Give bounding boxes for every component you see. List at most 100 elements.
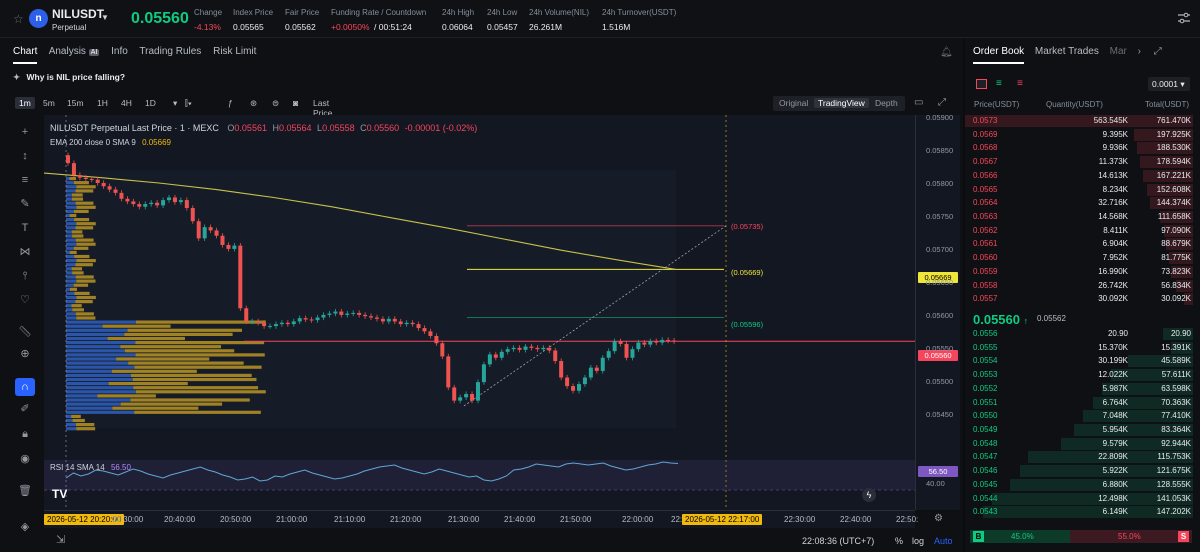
clock-time[interactable]: 22:08:36 (UTC+7) xyxy=(802,536,874,546)
timeframe-1m[interactable]: 1m xyxy=(15,97,35,109)
view-original[interactable]: Original xyxy=(779,98,808,108)
bid-row[interactable]: 0.0543 6.149K 147.202K xyxy=(965,505,1193,519)
tab-analysis[interactable]: Analysis AI xyxy=(49,46,100,57)
layout-icon[interactable]: ▭ xyxy=(914,97,923,108)
bid-row[interactable]: 0.0544 12.498K 141.053K xyxy=(965,492,1193,506)
lock-draw-icon[interactable]: ✐ xyxy=(12,400,38,418)
timeframe-1d[interactable]: 1D xyxy=(145,98,156,108)
candlestick-chart[interactable] xyxy=(43,115,915,510)
bid-row[interactable]: 0.0545 6.880K 128.555K xyxy=(965,478,1193,492)
symbol-name[interactable]: NILUSDT xyxy=(52,7,104,21)
pattern-icon[interactable]: ⋈ xyxy=(12,243,38,261)
ask-row[interactable]: 0.0561 6.904K 88.679K xyxy=(965,237,1193,251)
ask-row[interactable]: 0.0563 14.568K 111.658K xyxy=(965,210,1193,224)
favorite-star-icon[interactable]: ☆ xyxy=(13,12,24,26)
view-asks-icon[interactable]: ≡ xyxy=(1017,78,1023,89)
tab-trading-rules[interactable]: Trading Rules xyxy=(139,46,201,57)
ask-row[interactable]: 0.0558 26.742K 56.834K xyxy=(965,279,1193,293)
bid-row[interactable]: 0.0556 20.90 20.90 xyxy=(965,327,1193,341)
settings-sliders-icon[interactable] xyxy=(1177,12,1191,24)
text-tool-icon[interactable]: T xyxy=(12,219,38,237)
precision-select[interactable]: 0.0001 ▾ xyxy=(1148,77,1190,91)
bid-row[interactable]: 0.0552 5.987K 63.598K xyxy=(965,382,1193,396)
view-bids-icon[interactable]: ≡ xyxy=(996,78,1002,89)
ask-row[interactable]: 0.0560 7.952K 81.775K xyxy=(965,251,1193,265)
ask-row[interactable]: 0.0557 30.092K 30.092K xyxy=(965,292,1193,306)
ask-row[interactable]: 0.0559 16.990K 73.823K xyxy=(965,265,1193,279)
timeframe-4h[interactable]: 4H xyxy=(121,98,132,108)
lock-icon[interactable]: 🔒︎ xyxy=(12,425,38,443)
symbol-dropdown-chevron-icon[interactable]: ▼ xyxy=(101,13,109,22)
auto-toggle[interactable]: Auto xyxy=(934,536,953,546)
bid-row[interactable]: 0.0553 12.022K 57.611K xyxy=(965,368,1193,382)
line-tool-icon[interactable]: ↕ xyxy=(12,147,38,165)
calendar-range-icon[interactable]: ⇲ xyxy=(56,533,65,546)
timeframe-5m[interactable]: 5m xyxy=(43,98,55,108)
indicator-fx-icon[interactable]: ƒ xyxy=(228,98,233,108)
trash-icon[interactable]: 🗑︎ xyxy=(12,482,38,500)
tab-market[interactable]: Mar xyxy=(1110,46,1127,57)
view-both-icon[interactable] xyxy=(976,79,987,89)
layers-icon[interactable]: ◈ xyxy=(12,518,38,536)
parallel-lines-icon[interactable]: ≡ xyxy=(12,171,38,189)
brush-icon[interactable]: ✎ xyxy=(12,195,38,213)
fullscreen-icon[interactable]: ⤢ xyxy=(938,97,946,108)
volume-profile-bar xyxy=(66,254,75,259)
compare-icon[interactable]: ⊜ xyxy=(272,98,279,109)
volume-profile-bar xyxy=(66,316,77,320)
time-axis-settings-icon[interactable]: ⚙ xyxy=(934,513,943,524)
percent-toggle[interactable]: % xyxy=(895,536,903,546)
forecast-icon[interactable]: ⫯ xyxy=(12,267,38,285)
ask-row[interactable]: 0.0567 11.373K 178.594K xyxy=(965,155,1193,169)
ai-banner[interactable]: ✦ Why is NIL price falling? xyxy=(13,72,125,83)
camera-icon[interactable]: ◙ xyxy=(293,98,298,108)
log-toggle[interactable]: log xyxy=(912,536,924,546)
more-timeframes-chevron-icon[interactable]: ▾ xyxy=(173,98,177,109)
mid-price[interactable]: 0.05560 ↑ xyxy=(973,312,1028,327)
ask-row[interactable]: 0.0564 32.716K 144.374K xyxy=(965,196,1193,210)
expand-icon[interactable]: ⤢ xyxy=(1154,46,1162,57)
candle-body xyxy=(214,230,219,236)
lightning-icon[interactable]: ϟ xyxy=(862,488,876,502)
ruler-icon[interactable]: 📏︎ xyxy=(12,323,38,341)
view-tradingview[interactable]: TradingView xyxy=(814,98,869,108)
time-axis[interactable]: 2026-05-12 20:20:00 20:30:00 20:40:00 20:50… xyxy=(44,510,918,528)
tab-risk-limit[interactable]: Risk Limit xyxy=(213,46,256,57)
bid-row[interactable]: 0.0547 22.809K 115.753K xyxy=(965,450,1193,464)
zoom-in-icon[interactable]: ⊕ xyxy=(12,345,38,363)
ask-row[interactable]: 0.0573 563.545K 761.470K xyxy=(965,114,1193,128)
bid-row[interactable]: 0.0550 7.048K 77.410K xyxy=(965,409,1193,423)
heart-icon[interactable]: ♡ xyxy=(12,291,38,309)
ask-row[interactable]: 0.0565 8.234K 152.608K xyxy=(965,183,1193,197)
bell-icon[interactable]: 🔔︎ xyxy=(940,47,953,58)
tab-chart[interactable]: Chart xyxy=(13,46,38,64)
magnet-icon[interactable]: ∩ xyxy=(15,378,35,396)
tab-order-book[interactable]: Order Book xyxy=(973,46,1025,64)
bid-row[interactable]: 0.0549 5.954K 83.364K xyxy=(965,423,1193,437)
ask-row[interactable]: 0.0566 14.613K 167.221K xyxy=(965,169,1193,183)
crosshair-icon[interactable]: + xyxy=(12,123,38,141)
price-scale[interactable]: 0.05669 0.05560 56.50 40.00 0.05900 0.058… xyxy=(915,113,960,510)
candle-body xyxy=(256,321,261,323)
ask-row[interactable]: 0.0569 9.395K 197.925K xyxy=(965,128,1193,142)
candle-type-icon[interactable]: ⫿▾ xyxy=(185,98,192,109)
eye-icon[interactable]: ◉ xyxy=(12,450,38,468)
chart-canvas-area[interactable] xyxy=(43,115,915,510)
bid-row[interactable]: 0.0551 6.764K 70.363K xyxy=(965,396,1193,410)
tab-market-trades[interactable]: Market Trades xyxy=(1035,46,1099,57)
tab-info[interactable]: Info xyxy=(111,46,128,57)
template-icon[interactable]: ⊛ xyxy=(250,98,257,109)
view-depth[interactable]: Depth xyxy=(875,98,898,108)
bid-row[interactable]: 0.0548 9.579K 92.944K xyxy=(965,437,1193,451)
timeframe-15m[interactable]: 15m xyxy=(67,98,84,108)
timeframe-1h[interactable]: 1H xyxy=(97,98,108,108)
ask-row[interactable]: 0.0568 9.936K 188.530K xyxy=(965,141,1193,155)
bid-row[interactable]: 0.0554 30.199K 45.589K xyxy=(965,354,1193,368)
bid-row[interactable]: 0.0546 5.922K 121.675K xyxy=(965,464,1193,478)
candle-body xyxy=(321,314,326,318)
mid-price-value: 0.05560 xyxy=(973,312,1020,327)
bid-row[interactable]: 0.0555 15.370K 15.391K xyxy=(965,341,1193,355)
ask-row[interactable]: 0.0562 8.411K 97.090K xyxy=(965,224,1193,238)
volume-profile-bar xyxy=(66,414,72,418)
chevron-right-icon[interactable]: › xyxy=(1138,46,1141,57)
